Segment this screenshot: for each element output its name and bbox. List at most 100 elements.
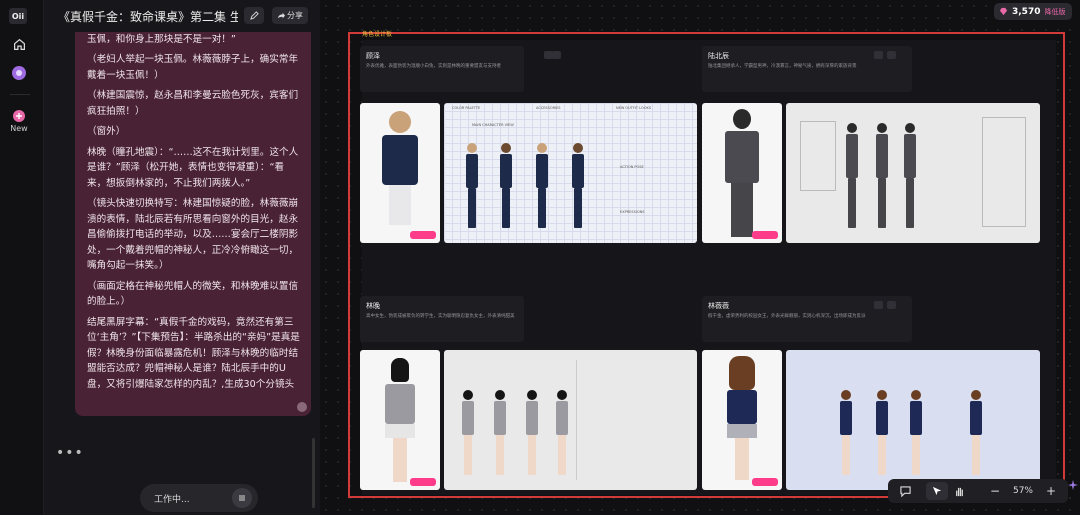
sketch-panel (982, 117, 1026, 227)
pan-tool-button[interactable] (948, 482, 970, 500)
character-figure (556, 390, 568, 482)
character-figure (876, 123, 888, 235)
pencil-icon (249, 11, 259, 20)
refresh-icon[interactable] (887, 301, 896, 309)
character-figure (910, 390, 922, 482)
credits-badge[interactable]: 3,570 降低版 (994, 3, 1072, 20)
sketch-panel (800, 121, 836, 191)
app-logo[interactable]: Oii (9, 8, 27, 24)
character-figure (904, 123, 916, 235)
chat-panel: 是你亲妈啊！当年医院抱错了！我有证据！你看这玉佩，和你身上那块是不是一对！” （… (44, 0, 320, 515)
generated-badge (752, 231, 778, 239)
hand-icon (955, 487, 963, 496)
portrait-guze[interactable] (360, 103, 440, 243)
turnaround-sheet-linwan[interactable] (444, 350, 697, 490)
sheet-label: COLOR PALETTE (452, 106, 481, 110)
design-canvas[interactable]: 3,570 降低版 角色设计板 顾泽 外表优雅，表面伪装为温顺小白兔，实则是林晚… (320, 0, 1080, 515)
sheet-divider (576, 360, 690, 480)
character-card-linwan[interactable]: 林晚 高中女生，伪装成被欺负的转学生，实为聪明隐忍复仇女主，外表清纯甜美 (360, 296, 524, 342)
more-options-button[interactable]: ••• (56, 445, 84, 461)
left-rail: Oii New (0, 0, 44, 515)
working-status: 工作中... (140, 484, 258, 512)
sheet-label: ACCESSORIES (536, 106, 561, 110)
zoom-level[interactable]: 57% (1006, 486, 1040, 496)
comment-button[interactable] (894, 482, 916, 500)
expand-icon[interactable] (874, 51, 883, 59)
expand-icon[interactable] (874, 301, 883, 309)
message-paragraph: （老妇人举起一块玉佩。林薇薇脖子上，确实常年戴着一块玉佩！） (87, 54, 299, 81)
character-figure (380, 111, 420, 225)
frame-label[interactable]: 角色设计板 (362, 29, 392, 38)
character-figure (876, 390, 888, 482)
assistant-orb-icon[interactable] (11, 65, 27, 81)
stop-icon (239, 495, 245, 501)
turnaround-sheet-lubeichen[interactable] (786, 103, 1040, 243)
message-paragraph: （窗外） (87, 126, 126, 137)
cursor-icon (932, 486, 941, 495)
character-figure (846, 123, 858, 235)
character-desc: 假千金，虚荣势利的校园女王，外表光鲜靓丽，实则心机深沉，出场即成为反派 (708, 314, 866, 319)
message-paragraph: （林建国震惊，赵永昌和李曼云脸色死灰，宾客们疯狂拍照！） (87, 90, 299, 117)
portrait-lubeichen[interactable] (702, 103, 782, 243)
refresh-icon[interactable] (887, 51, 896, 59)
select-tool-button[interactable] (926, 482, 948, 500)
version-label: 降低版 (1044, 7, 1066, 16)
sparkle-icon (1068, 475, 1078, 490)
message-paragraph: 林晚（瞳孔地震）：“……这不在我计划里。这个人是谁？”顾泽（松开她，表情也变得凝… (87, 146, 299, 189)
sheet-label: EXPRESSIONS (620, 210, 645, 214)
generated-badge (410, 231, 436, 239)
character-card-lubeichen[interactable]: 陆北辰 陆北集团继承人，学霸型男神，冷漠寡言，神秘气质，拥有深厚的家族背景 (702, 46, 912, 92)
canvas-toolbar: − 57% + (888, 479, 1068, 503)
message-paragraph: （画面定格在神秘兜帽人的微笑，和林晚难以置信的脸上。） (87, 280, 299, 308)
rail-divider (10, 94, 30, 95)
sheet-label: NEW OUTFIT LOOKS (616, 106, 652, 110)
share-label: 分享 (287, 11, 303, 20)
character-figure (970, 390, 982, 482)
zoom-out-button[interactable]: − (984, 482, 1006, 500)
message-paragraph: 结尾黑屏字幕：“真假千金的戏码，竟然还有第三位‘主角’？”【下集预告】：半路杀出… (87, 316, 300, 390)
chat-title: 《真假千金：致命课桌》第二集 生... (58, 9, 238, 24)
character-name: 林晚 (366, 302, 380, 310)
sheet-label: MAIN CHARACTER VIEW (472, 123, 514, 127)
character-figure (722, 109, 762, 237)
assistant-message-bubble: 是你亲妈啊！当年医院抱错了！我有证据！你看这玉佩，和你身上那块是不是一对！” （… (75, 10, 311, 416)
character-figure (536, 143, 548, 235)
new-label[interactable]: New (6, 124, 32, 133)
character-figure (462, 390, 474, 482)
generated-badge (410, 478, 436, 486)
portrait-linweiwei[interactable] (702, 350, 782, 490)
character-card-guze[interactable]: 顾泽 外表优雅，表面伪装为温顺小白兔，实则是林晚的重要盟友与支持者 (360, 46, 561, 92)
character-figure (466, 143, 478, 235)
character-desc: 高中女生，伪装成被欺负的转学生，实为聪明隐忍复仇女主，外表清纯甜美 (366, 314, 515, 319)
expand-icon[interactable] (544, 51, 553, 59)
portrait-linwan[interactable] (360, 350, 440, 490)
edit-title-button[interactable] (244, 7, 264, 24)
character-desc: 外表优雅，表面伪装为温顺小白兔，实则是林晚的重要盟友与支持者 (366, 64, 501, 69)
working-label: 工作中... (154, 494, 190, 505)
character-figure (722, 356, 762, 480)
message-paragraph: （镜头快速切换特写：林建国惊疑的脸，林薇薇崩溃的表情，陆北辰若有所思看向窗外的目… (87, 198, 299, 271)
chat-scrollbar[interactable] (312, 438, 315, 508)
sheet-label: ACTION POSE (620, 165, 644, 169)
turnaround-sheet-linweiwei[interactable] (786, 350, 1040, 490)
comment-icon (899, 485, 911, 497)
credits-value: 3,570 (1012, 6, 1041, 17)
character-figure (494, 390, 506, 482)
share-button[interactable]: 分享 (272, 7, 308, 24)
generated-badge (752, 478, 778, 486)
card-tools (544, 46, 556, 92)
character-figure (500, 143, 512, 235)
stop-button[interactable] (232, 488, 252, 508)
character-figure (526, 390, 538, 482)
character-desc: 陆北集团继承人，学霸型男神，冷漠寡言，神秘气质，拥有深厚的家族背景 (708, 64, 857, 69)
turnaround-sheet-guze[interactable]: COLOR PALETTE ACCESSORIES NEW OUTFIT LOO… (444, 103, 697, 243)
character-figure (572, 143, 584, 235)
home-icon[interactable] (11, 36, 27, 52)
zoom-in-button[interactable]: + (1040, 482, 1062, 500)
character-card-linweiwei[interactable]: 林薇薇 假千金，虚荣势利的校园女王，外表光鲜靓丽，实则心机深沉，出场即成为反派 (702, 296, 912, 342)
new-icon[interactable] (11, 108, 27, 124)
character-name: 顾泽 (366, 52, 380, 60)
app-root: Oii New 是你亲妈啊！当年医院抱错了！我有证据！你看这玉佩，和你身上那块是… (0, 0, 1080, 515)
character-figure (380, 358, 420, 482)
share-icon (277, 12, 285, 18)
